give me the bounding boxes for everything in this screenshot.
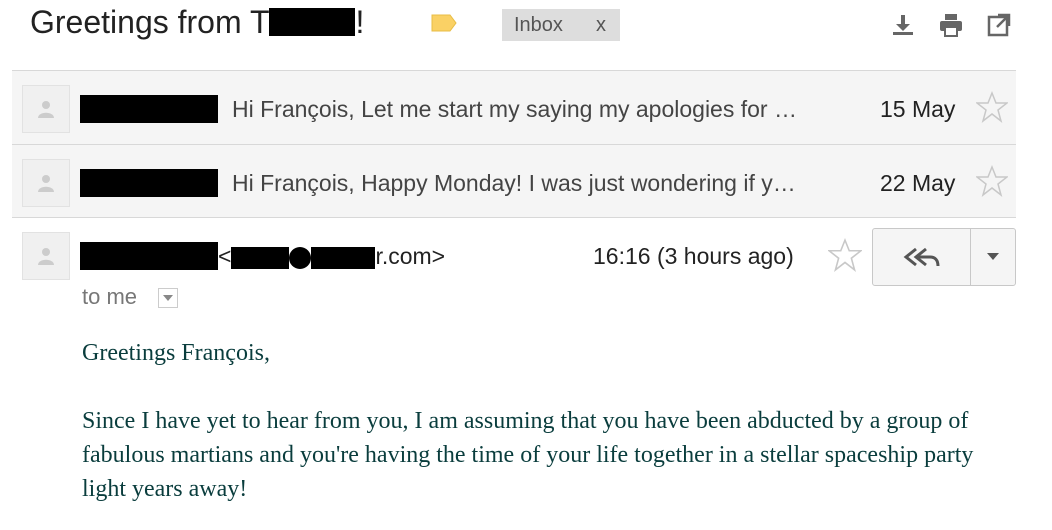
- star-icon[interactable]: [976, 91, 1008, 123]
- person-icon: [38, 101, 54, 118]
- inbox-label-text: Inbox: [514, 14, 563, 36]
- subject-text-end: !: [355, 4, 365, 40]
- chevron-down-icon: [163, 295, 173, 301]
- chevron-down-icon: [987, 253, 999, 260]
- redacted-sender: [80, 169, 218, 197]
- new-window-icon[interactable]: [986, 12, 1012, 38]
- body-paragraph: Since I have yet to hear from you, I am …: [82, 408, 974, 502]
- remove-label-button[interactable]: x: [596, 9, 606, 41]
- redacted-block: [269, 7, 356, 36]
- reply-button-group: [872, 228, 1016, 286]
- recipient-details-toggle[interactable]: [158, 288, 178, 308]
- more-options-button[interactable]: [971, 229, 1015, 285]
- avatar: [22, 159, 70, 207]
- star-icon[interactable]: [828, 238, 862, 272]
- redacted-sender: [80, 242, 218, 270]
- email-suffix: r.com>: [375, 243, 446, 269]
- message-snippet: Hi François, Let me start my saying my a…: [232, 96, 797, 122]
- download-icon[interactable]: [890, 12, 916, 38]
- message-time: 16:16 (3 hours ago): [593, 243, 794, 269]
- message-date: 15 May: [880, 96, 956, 122]
- inbox-label-chip: Inbox x: [502, 9, 620, 41]
- message-snippet: Hi François, Happy Monday! I was just wo…: [232, 170, 796, 196]
- collapsed-message[interactable]: Hi François, Let me start my saying my a…: [12, 70, 1016, 144]
- email-subject: Greetings from T!: [30, 4, 364, 42]
- greeting-line: Greetings François,: [82, 340, 270, 366]
- star-icon[interactable]: [976, 165, 1008, 197]
- email-open-bracket: <: [218, 243, 232, 269]
- thread-actions: [890, 12, 1012, 38]
- subject-bar: Greetings from T! Inbox x: [0, 0, 1052, 62]
- redacted-email-part: [231, 246, 290, 269]
- sender-line: < r.com>: [80, 242, 445, 270]
- person-icon: [38, 175, 54, 192]
- recipient-label: to me: [82, 284, 138, 309]
- label-tag-icon[interactable]: [430, 13, 458, 33]
- avatar: [22, 85, 70, 133]
- redacted-at-sign: [289, 246, 312, 269]
- reply-all-icon: [903, 247, 939, 267]
- redacted-sender: [80, 95, 218, 123]
- collapsed-message[interactable]: Hi François, Happy Monday! I was just wo…: [12, 144, 1016, 218]
- message-body: Greetings François, Since I have yet to …: [82, 336, 1002, 530]
- redacted-email-domain: [311, 246, 376, 269]
- print-icon[interactable]: [938, 12, 964, 38]
- subject-text-start: Greetings from T: [30, 4, 270, 40]
- open-message: < r.com> 16:16 (3 hours ago) to me Greeti…: [12, 228, 1016, 530]
- message-date: 22 May: [880, 170, 956, 196]
- reply-all-button[interactable]: [873, 229, 971, 285]
- person-icon: [38, 248, 54, 265]
- thread-list: Hi François, Let me start my saying my a…: [12, 70, 1016, 218]
- avatar: [22, 232, 70, 280]
